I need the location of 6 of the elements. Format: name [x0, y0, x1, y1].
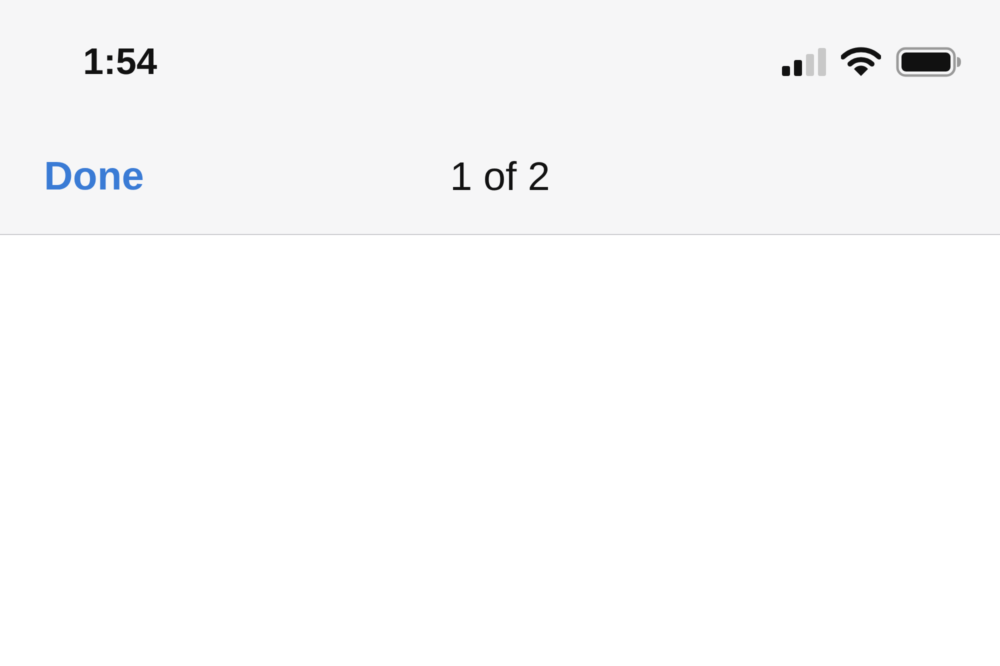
- status-time: 1:54: [83, 41, 158, 83]
- wifi-icon: [841, 47, 881, 77]
- battery-icon: [896, 47, 962, 77]
- done-button[interactable]: Done: [44, 154, 144, 200]
- signal-icon: [782, 48, 826, 76]
- page-title: 1 of 2: [450, 154, 550, 200]
